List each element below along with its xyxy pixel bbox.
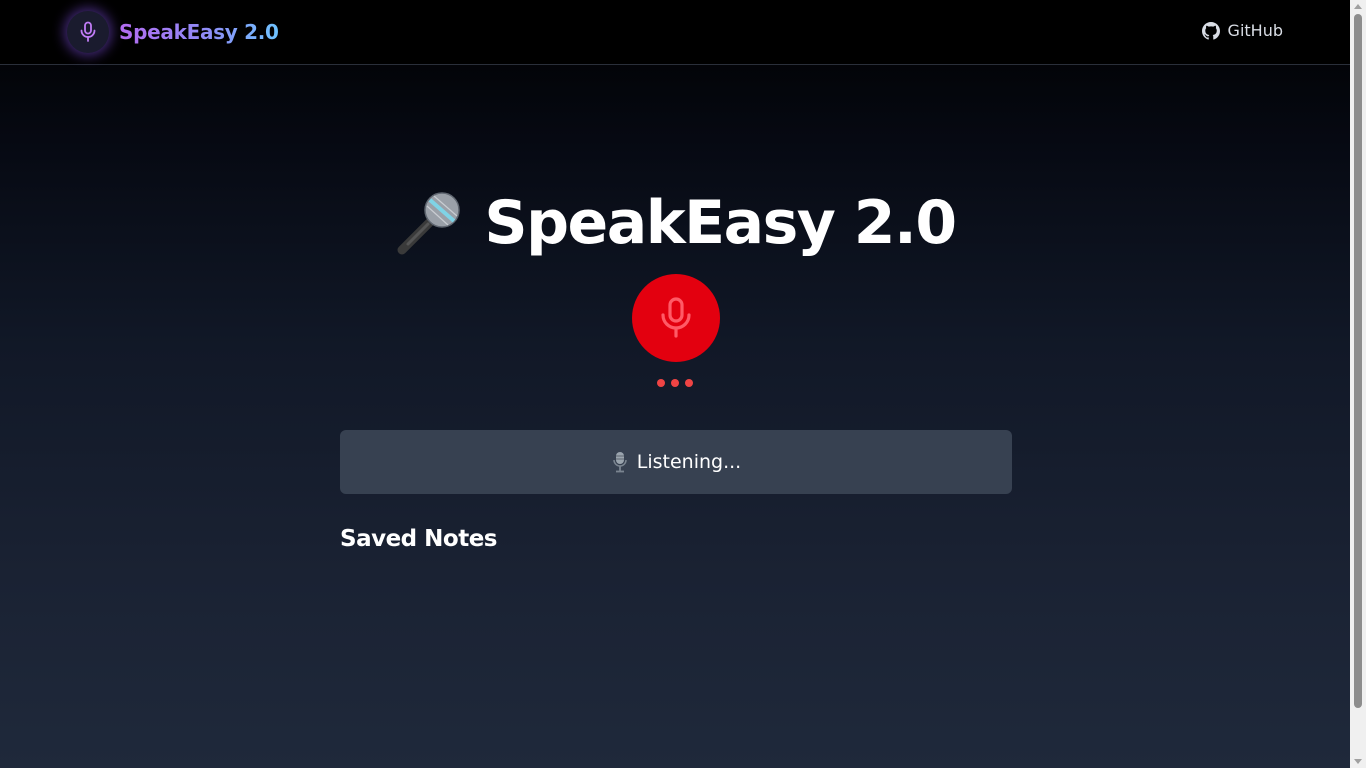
scrollbar-thumb[interactable]: [1354, 14, 1362, 708]
record-button[interactable]: [632, 274, 720, 362]
indicator-dot: [657, 379, 665, 387]
indicator-dot: [671, 379, 679, 387]
microphone-icon: [661, 297, 691, 338]
status-panel: Listening...: [340, 430, 1012, 494]
top-navbar: SpeakEasy 2.0 GitHub: [0, 0, 1350, 65]
microphone-icon: [67, 11, 109, 53]
github-link[interactable]: GitHub: [1201, 21, 1283, 40]
github-link-label: GitHub: [1227, 21, 1283, 40]
status-text: Listening...: [636, 451, 742, 473]
studio-microphone-icon: [611, 451, 629, 473]
brand[interactable]: SpeakEasy 2.0: [67, 11, 279, 53]
scroll-down-icon[interactable]: [1354, 759, 1362, 764]
page-scrollbar[interactable]: [1350, 0, 1366, 768]
brand-name: SpeakEasy 2.0: [119, 20, 279, 44]
listening-indicator: [657, 379, 693, 387]
microphone-emoji-icon: [394, 188, 464, 258]
saved-notes-heading: Saved Notes: [340, 526, 497, 552]
github-icon: [1201, 21, 1220, 40]
page-title: SpeakEasy 2.0: [0, 188, 1350, 258]
indicator-dot: [685, 379, 693, 387]
page-title-text: SpeakEasy 2.0: [484, 188, 957, 258]
scroll-up-icon[interactable]: [1354, 4, 1362, 9]
